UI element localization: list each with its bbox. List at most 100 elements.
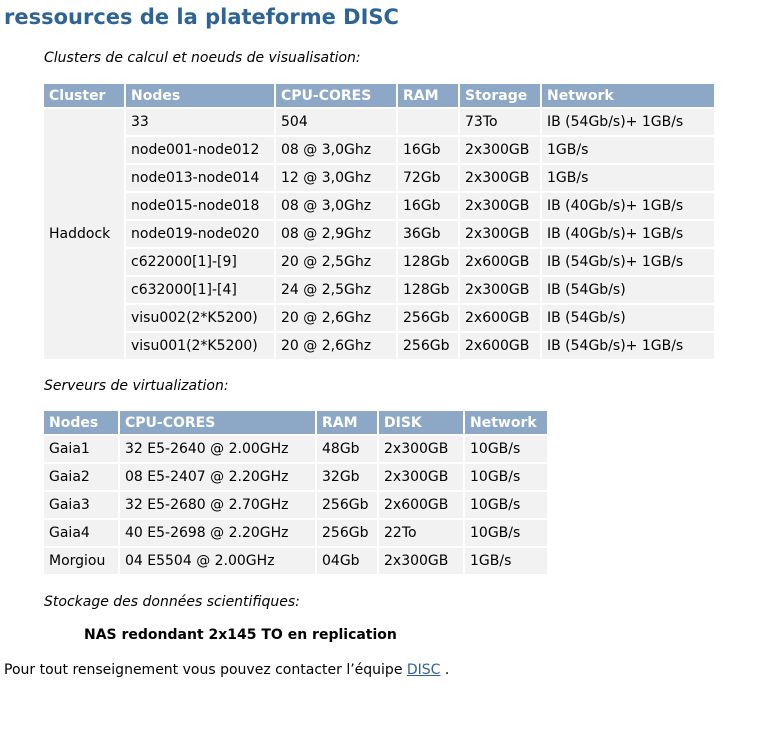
node-name-cell: Gaia1 (44, 434, 120, 462)
cpu-cores-cell: 08 E5-2407 @ 2.20GHz (120, 462, 317, 490)
cpu-cores-cell: 32 E5-2680 @ 2.70GHz (120, 490, 317, 518)
column-header-nodes: Nodes (126, 84, 276, 107)
storage-cell: 2x300GB (460, 135, 542, 163)
network-cell: IB (54Gb/s)+ 1GB/s (542, 107, 714, 135)
cpu-cores-cell: 32 E5-2640 @ 2.00GHz (120, 434, 317, 462)
network-cell: 1GB/s (542, 163, 714, 191)
network-cell: IB (40Gb/s)+ 1GB/s (542, 191, 714, 219)
column-header-nodes: Nodes (44, 411, 120, 434)
nodes-cell: c632000[1]-[4] (126, 275, 276, 303)
virtualization-table: Nodes CPU-CORES RAM DISK Network Gaia1 32… (44, 411, 547, 574)
node-name-cell: Gaia2 (44, 462, 120, 490)
storage-cell: 2x300GB (460, 163, 542, 191)
table-row: Gaia3 32 E5-2680 @ 2.70GHz 256Gb 2x600GB 10G… (44, 490, 547, 518)
nas-description: NAS redondant 2x145 TO en replication (84, 627, 397, 643)
table-row: c622000[1]-[9] 20 @ 2,5Ghz 128Gb 2x600GB IB … (44, 247, 714, 275)
storage-cell: 2x600GB (460, 303, 542, 331)
virtualization-section-label: Serveurs de virtualization: (44, 378, 229, 394)
cpu-cores-cell: 08 @ 3,0Ghz (276, 135, 398, 163)
cpu-cores-cell: 20 @ 2,5Ghz (276, 247, 398, 275)
column-header-cpu-cores: CPU-CORES (120, 411, 317, 434)
ram-cell: 128Gb (398, 247, 460, 275)
disc-contact-link[interactable]: DISC (407, 662, 441, 678)
network-cell: IB (54Gb/s)+ 1GB/s (542, 247, 714, 275)
storage-cell: 2x600GB (460, 247, 542, 275)
ram-cell: 72Gb (398, 163, 460, 191)
table-row: Haddock 33 504 73To IB (54Gb/s)+ 1GB/s (44, 107, 714, 359)
table-row: Gaia2 08 E5-2407 @ 2.20GHz 32Gb 2x300GB 10GB… (44, 462, 547, 490)
storage-cell: 2x300GB (460, 219, 542, 247)
node-name-cell: Morgiou (44, 546, 120, 574)
cpu-cores-cell: 24 @ 2,5Ghz (276, 275, 398, 303)
nodes-cell: visu002(2*K5200) (126, 303, 276, 331)
cpu-cores-cell: 40 E5-2698 @ 2.20GHz (120, 518, 317, 546)
nodes-cell: 33 (126, 107, 276, 135)
ram-cell: 32Gb (317, 462, 379, 490)
network-cell: IB (54Gb/s) (542, 275, 714, 303)
table-row: node019-node020 08 @ 2,9Ghz 36Gb 2x300GB IB … (44, 219, 714, 247)
ram-cell: 16Gb (398, 135, 460, 163)
ram-cell: 04Gb (317, 546, 379, 574)
nodes-cell: node019-node020 (126, 219, 276, 247)
nodes-cell: node013-node014 (126, 163, 276, 191)
storage-cell: 2x600GB (460, 331, 542, 359)
network-cell: 10GB/s (465, 462, 547, 490)
table-row: node001-node012 08 @ 3,0Ghz 16Gb 2x300GB 1GB… (44, 135, 714, 163)
column-header-storage: Storage (460, 84, 542, 107)
storage-cell: 73To (460, 107, 542, 135)
column-header-cluster: Cluster (44, 84, 126, 107)
ram-cell: 48Gb (317, 434, 379, 462)
table-row: visu002(2*K5200) 20 @ 2,6Ghz 256Gb 2x600GB I… (44, 303, 714, 331)
nodes-cell: c622000[1]-[9] (126, 247, 276, 275)
ram-cell (398, 107, 460, 135)
table-row: visu001(2*K5200) 20 @ 2,6Ghz 256Gb 2x600GB I… (44, 331, 714, 359)
column-header-network: Network (542, 84, 714, 107)
column-header-ram: RAM (398, 84, 460, 107)
network-cell: IB (40Gb/s)+ 1GB/s (542, 219, 714, 247)
table-row: Morgiou 04 E5504 @ 2.00GHz 04Gb 2x300GB 1GB/… (44, 546, 547, 574)
column-header-ram: RAM (317, 411, 379, 434)
column-header-network: Network (465, 411, 547, 434)
ram-cell: 256Gb (317, 518, 379, 546)
ram-cell: 256Gb (317, 490, 379, 518)
network-cell: 1GB/s (465, 546, 547, 574)
network-cell: 10GB/s (465, 518, 547, 546)
cluster-name-cell: Haddock (44, 107, 126, 359)
contact-text: Pour tout renseignement vous pouvez cont… (4, 662, 407, 678)
node-name-cell: Gaia3 (44, 490, 120, 518)
cpu-cores-cell: 504 (276, 107, 398, 135)
network-cell: 10GB/s (465, 490, 547, 518)
storage-section-label: Stockage des données scientifiques: (44, 594, 300, 610)
table-row: c632000[1]-[4] 24 @ 2,5Ghz 128Gb 2x300GB IB … (44, 275, 714, 303)
disk-cell: 2x600GB (379, 490, 465, 518)
storage-cell: 2x300GB (460, 275, 542, 303)
table-row: Gaia4 40 E5-2698 @ 2.20GHz 256Gb 22To 10GB/s (44, 518, 547, 546)
network-cell: IB (54Gb/s) (542, 303, 714, 331)
ram-cell: 256Gb (398, 303, 460, 331)
nodes-cell: visu001(2*K5200) (126, 331, 276, 359)
clusters-section-label: Clusters de calcul et noeuds de visualis… (44, 50, 361, 66)
cpu-cores-cell: 12 @ 3,0Ghz (276, 163, 398, 191)
ram-cell: 16Gb (398, 191, 460, 219)
disk-cell: 2x300GB (379, 546, 465, 574)
cpu-cores-cell: 20 @ 2,6Ghz (276, 331, 398, 359)
virtualization-header-row: Nodes CPU-CORES RAM DISK Network (44, 411, 547, 434)
node-name-cell: Gaia4 (44, 518, 120, 546)
disk-cell: 2x300GB (379, 462, 465, 490)
ram-cell: 256Gb (398, 331, 460, 359)
storage-cell: 2x300GB (460, 191, 542, 219)
page-title: ressources de la plateforme DISC (4, 5, 399, 29)
contact-line: Pour tout renseignement vous pouvez cont… (4, 662, 449, 678)
column-header-cpu-cores: CPU-CORES (276, 84, 398, 107)
network-cell: IB (54Gb/s)+ 1GB/s (542, 331, 714, 359)
table-row: Gaia1 32 E5-2640 @ 2.00GHz 48Gb 2x300GB 10GB… (44, 434, 547, 462)
disk-cell: 22To (379, 518, 465, 546)
cpu-cores-cell: 08 @ 2,9Ghz (276, 219, 398, 247)
nodes-cell: node001-node012 (126, 135, 276, 163)
ram-cell: 36Gb (398, 219, 460, 247)
clusters-header-row: Cluster Nodes CPU-CORES RAM Storage Netw… (44, 84, 714, 107)
cpu-cores-cell: 04 E5504 @ 2.00GHz (120, 546, 317, 574)
table-row: node015-node018 08 @ 3,0Ghz 16Gb 2x300GB IB … (44, 191, 714, 219)
cpu-cores-cell: 08 @ 3,0Ghz (276, 191, 398, 219)
ram-cell: 128Gb (398, 275, 460, 303)
